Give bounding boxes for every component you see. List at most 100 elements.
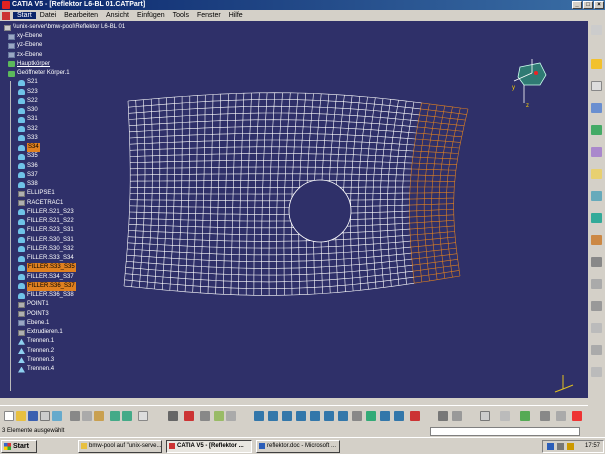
sketch-icon[interactable] [591,81,602,91]
split-icon[interactable] [591,257,602,267]
extract-icon[interactable] [591,323,602,333]
tree-item[interactable]: FILLER.S34_S37 [18,273,74,282]
point-icon[interactable] [591,103,602,113]
maximize-button[interactable]: □ [583,1,593,9]
tree-item[interactable]: Trennen.1 [18,337,54,346]
menu-bearbeiten[interactable]: Bearbeiten [60,12,102,19]
task-word[interactable]: reflektor.doc - Microsoft ... [256,440,340,453]
pan-icon[interactable] [282,411,292,421]
tree-item[interactable]: Trennen.4 [18,365,54,374]
tree-item[interactable]: S35 [18,152,38,161]
tree-item[interactable]: ELLIPSE1 [18,189,55,198]
boundary-icon[interactable] [591,301,602,311]
stop-icon[interactable] [410,411,420,421]
minimize-button[interactable]: _ [572,1,582,9]
volume-icon[interactable] [567,443,574,450]
scale-icon[interactable] [540,411,550,421]
tree-item[interactable]: FILLER.S30_S32 [18,245,74,254]
tree-item[interactable]: S37 [18,171,38,180]
tree-item[interactable]: POINT3 [18,310,49,319]
tree-item[interactable]: FILLER.S33_S35 [18,263,76,273]
tree-item[interactable]: Trennen.3 [18,356,54,365]
tree-item[interactable]: FILLER.S36_S37 [18,281,76,291]
render-style-icon[interactable] [366,411,376,421]
tree-item[interactable]: Trennen.2 [18,347,54,356]
compass-icon[interactable]: z y [510,59,550,109]
menu-start[interactable]: Start [13,12,36,19]
tree-item[interactable]: FILLER.S21_S22 [18,217,74,226]
print-icon[interactable] [40,411,50,421]
save-icon[interactable] [28,411,38,421]
document-icon[interactable] [2,11,10,20]
tree-item[interactable]: S38 [18,180,38,189]
menu-einfuegen[interactable]: Einfügen [133,12,169,19]
tools-icon[interactable] [500,411,510,421]
tree-item[interactable]: S32 [18,125,38,134]
law-icon[interactable] [214,411,224,421]
whats-this-icon[interactable] [138,411,148,421]
tree-item[interactable]: S31 [18,115,38,124]
normal-view-icon[interactable] [338,411,348,421]
task-catia[interactable]: CATIA V5 - [Reflektor ... [166,440,252,453]
start-button[interactable]: Start [1,440,37,453]
tree-item[interactable]: S23 [18,88,38,97]
tree-item[interactable]: FILLER.S33_S34 [18,254,74,263]
rotate-view-icon[interactable] [296,411,306,421]
tree-item[interactable]: Hauptkörper [8,60,50,69]
analysis-icon[interactable] [452,411,462,421]
hide-show-icon[interactable] [380,411,390,421]
measure-icon[interactable] [184,411,194,421]
undo-icon[interactable] [110,411,120,421]
translate-icon[interactable] [591,345,602,355]
formula-icon[interactable] [168,411,178,421]
sweep-icon[interactable] [591,191,602,201]
insert-icon[interactable] [438,411,448,421]
new-icon[interactable] [4,411,14,421]
open-icon[interactable] [16,411,26,421]
copy-icon[interactable] [82,411,92,421]
command-input[interactable] [430,427,580,436]
tree-item[interactable]: RACETRAC1 [18,199,63,208]
tree-item[interactable]: FILLER.S23_S31 [18,226,74,235]
table-icon[interactable] [200,411,210,421]
fly-mode-icon[interactable] [254,411,264,421]
tree-item[interactable]: yz-Ebene [8,41,42,50]
join-icon[interactable] [591,235,602,245]
menu-hilfe[interactable]: Hilfe [225,12,247,19]
tree-item[interactable]: Extrudieren.1 [18,328,63,337]
menu-datei[interactable]: Datei [36,12,60,19]
zoom-out-icon[interactable] [324,411,334,421]
zoom-in-icon[interactable] [310,411,320,421]
fill-icon[interactable] [591,213,602,223]
tree-item[interactable]: Geöffneter Körper.1 [8,69,70,78]
select-arrow-icon[interactable] [591,59,602,69]
catia-app-icon[interactable] [2,1,10,9]
tree-root[interactable]: \\unix-server\bmw-pool\Reflektor L6-BL 0… [4,23,125,32]
3d-viewport[interactable]: \\unix-server\bmw-pool\Reflektor L6-BL 0… [0,21,588,398]
quick-view-icon[interactable] [52,411,62,421]
tree-item[interactable]: S36 [18,162,38,171]
menu-fenster[interactable]: Fenster [193,12,225,19]
tree-item[interactable]: S33 [18,134,38,143]
paste-icon[interactable] [94,411,104,421]
tree-item[interactable]: FILLER.S36_S38 [18,291,74,300]
language-icon[interactable] [547,443,554,450]
tree-item[interactable]: Ebene.1 [18,319,49,328]
tree-item[interactable]: xy-Ebene [8,32,42,41]
close-button[interactable]: × [594,1,604,9]
line-icon[interactable] [591,125,602,135]
tree-item[interactable]: S30 [18,106,38,115]
compass-toggle-icon[interactable] [556,411,566,421]
catalog-icon[interactable] [226,411,236,421]
menu-tools[interactable]: Tools [169,12,193,19]
part-design-icon[interactable] [520,411,530,421]
cut-icon[interactable] [70,411,80,421]
tree-item[interactable]: S34 [18,143,40,152]
tree-item[interactable]: FILLER.S21_S23 [18,208,74,217]
tree-item[interactable]: POINT1 [18,300,49,309]
views-icon[interactable] [352,411,362,421]
tree-item[interactable]: zx-Ebene [8,51,42,60]
tree-item[interactable]: S21 [18,78,38,87]
tree-item[interactable]: S22 [18,97,38,106]
swap-space-icon[interactable] [394,411,404,421]
